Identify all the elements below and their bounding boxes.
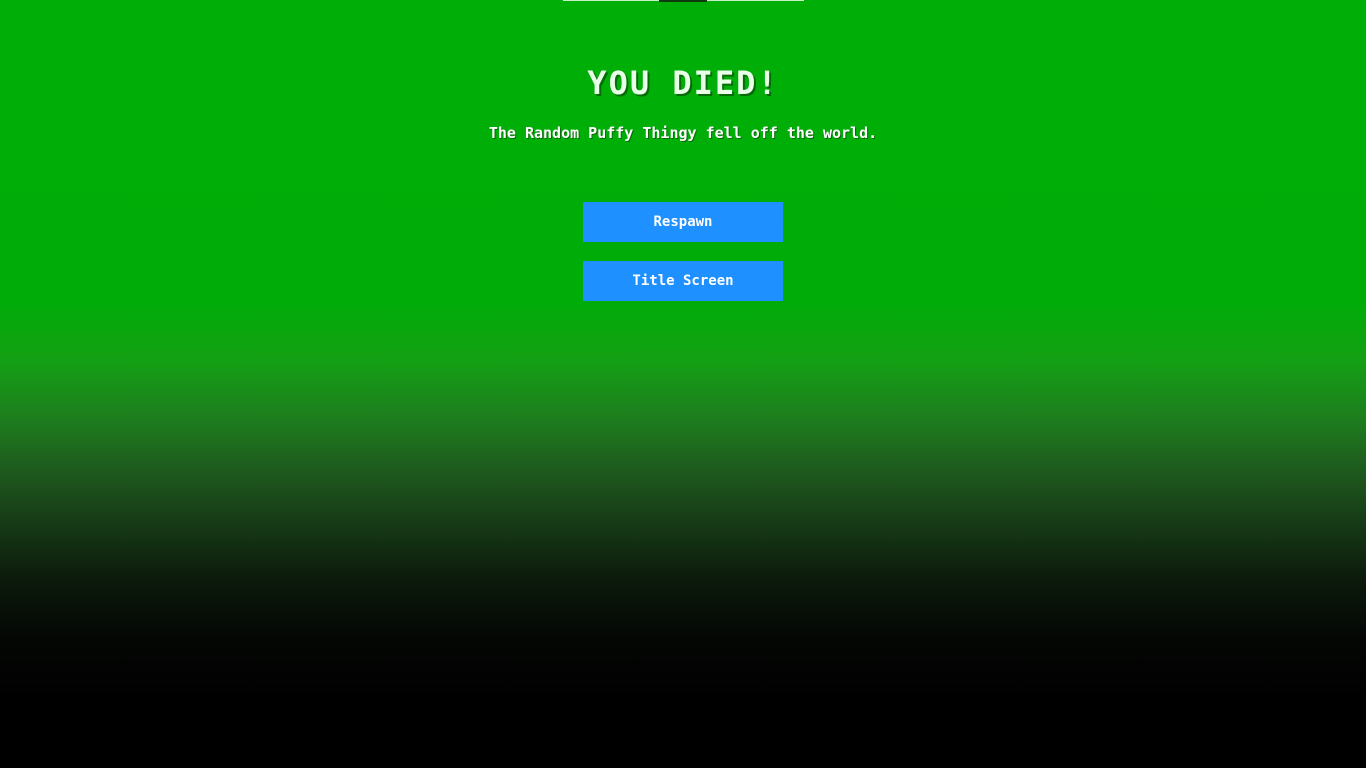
death-title: YOU DIED! xyxy=(587,64,779,102)
top-indicator-marker xyxy=(659,0,707,2)
title-screen-button[interactable]: Title Screen xyxy=(583,261,783,301)
respawn-button[interactable]: Respawn xyxy=(583,202,783,242)
death-message: The Random Puffy Thingy fell off the wor… xyxy=(488,124,878,142)
